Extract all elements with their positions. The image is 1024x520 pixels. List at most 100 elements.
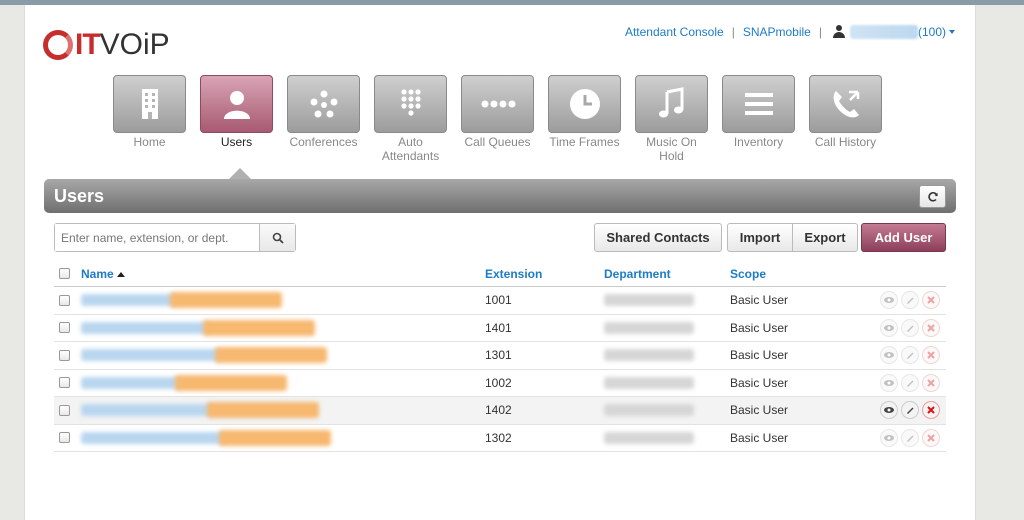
search-input[interactable] — [55, 224, 259, 251]
nav-label-call-history: Call History — [814, 135, 877, 149]
refresh-icon — [927, 191, 938, 202]
import-button[interactable]: Import — [727, 223, 793, 252]
delete-button[interactable] — [922, 346, 940, 365]
row-checkbox[interactable] — [59, 404, 70, 416]
table-row: 1301 Basic User — [54, 342, 946, 370]
music-note-icon — [635, 75, 708, 133]
user-name-redacted — [849, 25, 918, 39]
search-button[interactable] — [259, 224, 295, 251]
eye-icon — [884, 297, 894, 304]
view-button[interactable] — [880, 346, 898, 365]
nav-item-conferences[interactable]: Conferences — [287, 75, 360, 163]
user-name-redacted[interactable] — [81, 346, 327, 364]
eye-icon — [884, 324, 894, 331]
user-name-redacted[interactable] — [81, 374, 287, 392]
scope-cell: Basic User — [730, 348, 789, 363]
nav-item-call-queues[interactable]: Call Queues — [461, 75, 534, 163]
edit-button[interactable] — [901, 373, 919, 392]
column-header-scope[interactable]: Scope — [730, 267, 766, 281]
edit-button[interactable] — [901, 401, 919, 420]
scope-cell: Basic User — [730, 430, 789, 445]
department-redacted — [604, 376, 694, 389]
table-row: 1001 Basic User — [54, 287, 946, 315]
nav-item-inventory[interactable]: Inventory — [722, 75, 795, 163]
column-header-extension[interactable]: Extension — [485, 267, 542, 281]
user-name-redacted[interactable] — [81, 319, 315, 337]
scope-cell: Basic User — [730, 320, 789, 335]
logo-it-text: IT — [75, 28, 101, 61]
extension-cell: 1301 — [485, 348, 512, 363]
view-button[interactable] — [880, 318, 898, 337]
extension-cell: 1302 — [485, 430, 512, 445]
department-redacted — [604, 431, 694, 444]
nav-item-auto-attendants[interactable]: Auto Attendants — [374, 75, 447, 163]
user-name-redacted[interactable] — [81, 291, 282, 309]
clock-icon — [548, 75, 621, 133]
department-redacted — [604, 321, 694, 334]
phone-arrows-icon — [809, 75, 882, 133]
edit-button[interactable] — [901, 318, 919, 337]
person-icon — [832, 25, 846, 39]
table-row: 1401 Basic User — [54, 315, 946, 342]
eye-icon — [884, 379, 894, 386]
pencil-icon — [907, 297, 914, 305]
pencil-icon — [907, 325, 914, 332]
delete-button[interactable] — [922, 291, 940, 310]
link-separator: | — [818, 25, 822, 39]
row-checkbox[interactable] — [59, 294, 70, 306]
refresh-button[interactable] — [919, 185, 946, 208]
search-icon — [272, 232, 284, 244]
nav-item-call-history[interactable]: Call History — [809, 75, 882, 163]
nav-item-time-frames[interactable]: Time Frames — [548, 75, 621, 163]
shared-contacts-button[interactable]: Shared Contacts — [594, 223, 722, 252]
user-name-redacted[interactable] — [81, 401, 319, 419]
edit-button[interactable] — [901, 428, 919, 447]
row-checkbox[interactable] — [59, 432, 70, 444]
department-redacted — [604, 349, 694, 362]
view-button[interactable] — [880, 401, 898, 420]
logo-ring — [43, 30, 73, 60]
extension-cell: 1402 — [485, 403, 512, 418]
snapmobile-link[interactable]: SNAPmobile — [743, 25, 811, 39]
delete-button[interactable] — [922, 318, 940, 337]
building-icon — [113, 75, 186, 133]
pencil-icon — [907, 435, 914, 442]
edit-button[interactable] — [901, 346, 919, 365]
nav-label-auto-attendants: Auto Attendants — [381, 135, 440, 163]
edit-button[interactable] — [901, 291, 919, 310]
view-button[interactable] — [880, 291, 898, 310]
add-user-button[interactable]: Add User — [861, 223, 946, 252]
view-button[interactable] — [880, 373, 898, 392]
nav-item-music-on-hold[interactable]: Music On Hold — [635, 75, 708, 163]
user-menu-link[interactable]: (100) — [918, 25, 946, 39]
sort-ascending-icon — [116, 271, 125, 277]
view-button[interactable] — [880, 428, 898, 447]
main-nav: Home Users Conferences Auto Attendants C… — [113, 75, 896, 163]
table-row: 1302 Basic User — [54, 425, 946, 452]
column-header-name[interactable]: Name — [81, 267, 125, 281]
nav-label-time-frames: Time Frames — [549, 135, 620, 149]
chevron-down-icon[interactable] — [949, 30, 955, 34]
top-links: Attendant Console | SNAPmobile | (100) — [625, 25, 955, 39]
nav-item-users[interactable]: Users — [200, 75, 273, 163]
row-checkbox[interactable] — [59, 377, 70, 389]
table-row: 1402 Basic User — [54, 397, 946, 425]
link-separator: | — [731, 25, 735, 39]
user-name-redacted[interactable] — [81, 429, 331, 447]
search-box — [54, 223, 296, 252]
eye-icon — [884, 352, 894, 359]
export-button[interactable]: Export — [792, 223, 858, 252]
attendant-console-link[interactable]: Attendant Console — [625, 25, 724, 39]
extension-cell: 1002 — [485, 375, 512, 390]
department-redacted — [604, 404, 694, 417]
row-checkbox[interactable] — [59, 322, 70, 334]
select-all-checkbox[interactable] — [59, 268, 70, 279]
delete-button[interactable] — [922, 401, 940, 420]
page-title: Users — [54, 186, 105, 206]
delete-button[interactable] — [922, 428, 940, 447]
logo[interactable]: IT VOiP — [43, 25, 170, 65]
row-checkbox[interactable] — [59, 349, 70, 361]
column-header-department[interactable]: Department — [604, 267, 671, 281]
delete-button[interactable] — [922, 373, 940, 392]
nav-item-home[interactable]: Home — [113, 75, 186, 163]
